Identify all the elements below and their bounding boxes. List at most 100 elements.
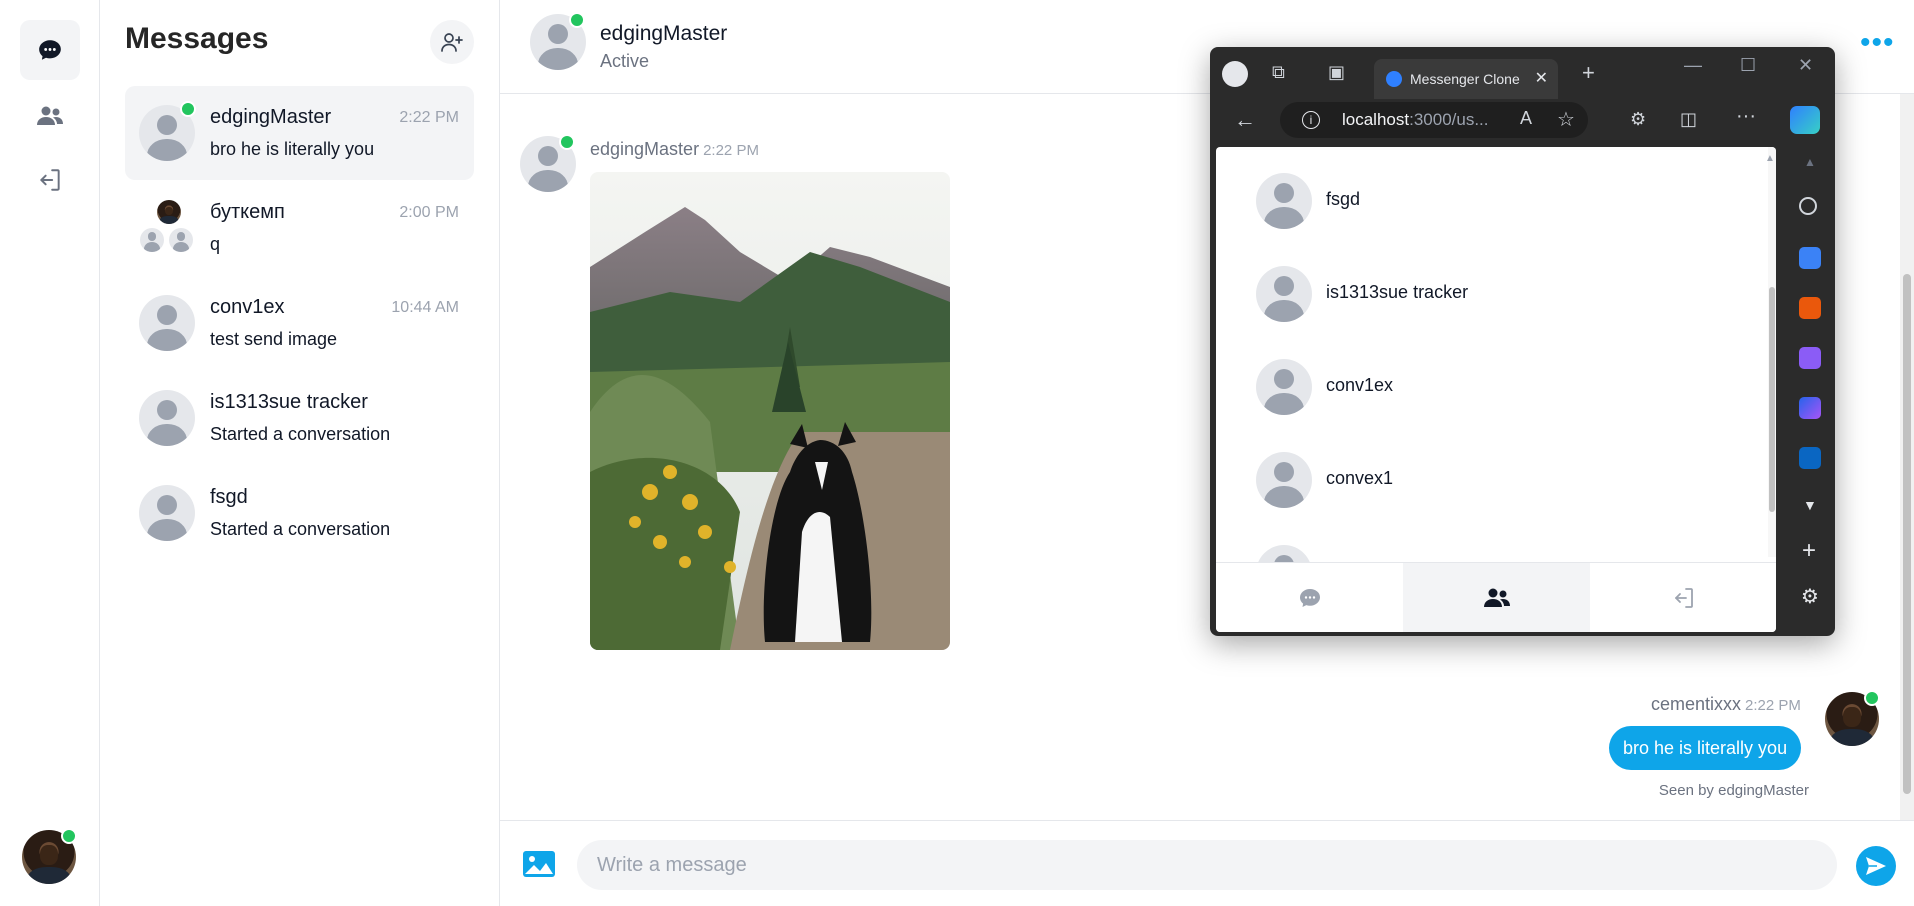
group-member-avatar <box>157 200 181 224</box>
message-time: 2:22 PM <box>703 142 759 159</box>
split-screen-icon[interactable]: ◫ <box>1680 109 1697 130</box>
conversation-name: edgingMaster <box>210 106 332 128</box>
back-arrow-icon[interactable]: ← <box>1234 107 1256 133</box>
scrollbar-thumb[interactable] <box>1769 287 1775 512</box>
site-info-icon[interactable]: i <box>1302 111 1320 129</box>
mobile-bottom-nav <box>1216 562 1776 632</box>
maximize-icon[interactable]: ☐ <box>1740 55 1756 76</box>
scroll-up-arrow-icon[interactable]: ▲ <box>1765 153 1775 164</box>
more-options-button[interactable]: ••• <box>1860 28 1895 58</box>
app-sidebar <box>0 0 100 906</box>
nav-users-button[interactable] <box>20 86 80 146</box>
chat-scrollbar[interactable] <box>1900 94 1914 820</box>
sidebar-scroll-up-icon[interactable]: ▲ <box>1804 155 1816 169</box>
user-name: conv1ex <box>1326 375 1394 395</box>
mobile-viewport: fsgd is1313sue tracker conv1ex convex1 ▲ <box>1216 147 1776 632</box>
conversation-list: Messages edgingMaster 2:22 PM bro he is … <box>100 0 500 906</box>
tools-icon[interactable] <box>1799 297 1821 319</box>
add-user-button[interactable] <box>430 20 474 64</box>
address-bar[interactable]: i localhost:3000/us... A ☆ <box>1280 102 1588 138</box>
search-icon[interactable] <box>1799 197 1817 215</box>
group-member-avatar <box>140 228 164 252</box>
logout-icon <box>1674 588 1693 608</box>
nav-messages-button[interactable] <box>20 20 80 80</box>
online-indicator <box>61 828 77 844</box>
extensions-icon[interactable]: ⚙ <box>1630 109 1646 130</box>
scrollbar-thumb[interactable] <box>1903 274 1911 794</box>
conversation-preview: q <box>210 234 221 254</box>
send-button[interactable] <box>1856 846 1896 886</box>
conversation-preview: Started a conversation <box>210 424 391 444</box>
message-time: 2:22 PM <box>1745 697 1801 714</box>
browser-tab[interactable]: Messenger Clone ✕ <box>1374 59 1558 99</box>
conversation-name: conv1ex <box>210 296 285 318</box>
online-indicator <box>559 134 575 150</box>
games-icon[interactable] <box>1799 347 1821 369</box>
image-icon <box>523 851 555 877</box>
conversation-item[interactable]: is1313sue tracker Started a conversation <box>125 371 474 465</box>
user-list-item[interactable]: conv1ex <box>1256 359 1696 415</box>
avatar-shirt <box>27 866 71 884</box>
close-tab-icon[interactable]: ✕ <box>1535 68 1548 88</box>
user-list-item[interactable]: is1313sue tracker <box>1256 266 1696 322</box>
url-text: localhost:3000/us... <box>1342 110 1489 130</box>
settings-gear-icon[interactable]: ⚙ <box>1801 584 1819 609</box>
mobile-nav-messages[interactable] <box>1216 563 1403 632</box>
user-name: convex1 <box>1326 468 1394 488</box>
message-bubble: bro he is literally you <box>1609 726 1802 770</box>
avatar <box>1256 359 1312 415</box>
user-list-item[interactable]: convex1 <box>1256 452 1696 508</box>
conversation-item[interactable]: буткемп 2:00 PM q <box>125 181 474 275</box>
users-icon <box>1483 588 1510 607</box>
microsoft-365-icon[interactable] <box>1799 397 1821 419</box>
user-list-scrollbar[interactable] <box>1768 147 1776 557</box>
chat-bubble-icon <box>1299 589 1320 607</box>
tab-actions-icon[interactable]: ▣ <box>1328 62 1345 83</box>
conversation-preview: test send image <box>210 329 338 349</box>
browser-menu-icon[interactable]: ··· <box>1736 105 1756 128</box>
read-aloud-icon[interactable]: A <box>1520 108 1532 129</box>
chat-contact-name: edgingMaster <box>600 22 728 45</box>
more-dots-icon: ••• <box>1860 26 1895 59</box>
mobile-nav-users[interactable] <box>1403 563 1590 632</box>
sidebar-more-icon[interactable]: ▼ <box>1803 497 1817 513</box>
online-indicator <box>180 101 196 117</box>
logout-icon <box>40 169 60 191</box>
list-title: Messages <box>125 22 269 55</box>
avatar <box>139 390 195 446</box>
conversation-time: 2:22 PM <box>399 109 459 126</box>
online-indicator <box>569 12 585 28</box>
add-user-icon <box>441 33 463 52</box>
message-sender: edgingMaster 2:22 PM <box>590 139 759 160</box>
conversation-item[interactable]: fsgd Started a conversation <box>125 466 474 560</box>
user-list-item[interactable]: fsgd <box>1256 173 1696 229</box>
add-sidebar-app-icon[interactable]: + <box>1802 537 1816 565</box>
chat-bubble-icon <box>39 40 61 60</box>
avatar <box>139 485 195 541</box>
shopping-tag-icon[interactable] <box>1799 247 1821 269</box>
workspaces-icon[interactable]: ⧉ <box>1272 62 1285 83</box>
seen-receipt: Seen by edgingMaster <box>1658 782 1809 799</box>
conversation-time: 2:00 PM <box>399 204 459 221</box>
conversation-name: fsgd <box>210 486 248 508</box>
user-name: is1313sue tracker <box>1326 282 1469 302</box>
copilot-icon[interactable] <box>1790 106 1820 134</box>
message-input[interactable] <box>577 840 1837 890</box>
close-window-icon[interactable]: ✕ <box>1798 55 1813 76</box>
conversation-item[interactable]: conv1ex 10:44 AM test send image <box>125 276 474 370</box>
group-member-avatar <box>169 228 193 252</box>
favorite-star-icon[interactable]: ☆ <box>1557 107 1575 132</box>
attach-image-button[interactable] <box>522 850 556 878</box>
minimize-icon[interactable]: — <box>1684 55 1702 76</box>
nav-logout-button[interactable] <box>20 150 80 210</box>
new-tab-icon[interactable]: + <box>1582 60 1595 86</box>
profile-icon[interactable] <box>1222 61 1248 87</box>
outlook-icon[interactable] <box>1799 447 1821 469</box>
conversation-time: 10:44 AM <box>391 299 459 316</box>
conversation-item[interactable]: edgingMaster 2:22 PM bro he is literally… <box>125 86 474 180</box>
chat-contact-status: Active <box>600 51 650 71</box>
url-host: localhost <box>1342 110 1410 129</box>
user-name: fsgd <box>1326 189 1361 209</box>
message-image[interactable] <box>590 172 950 650</box>
mobile-nav-logout[interactable] <box>1590 563 1776 632</box>
